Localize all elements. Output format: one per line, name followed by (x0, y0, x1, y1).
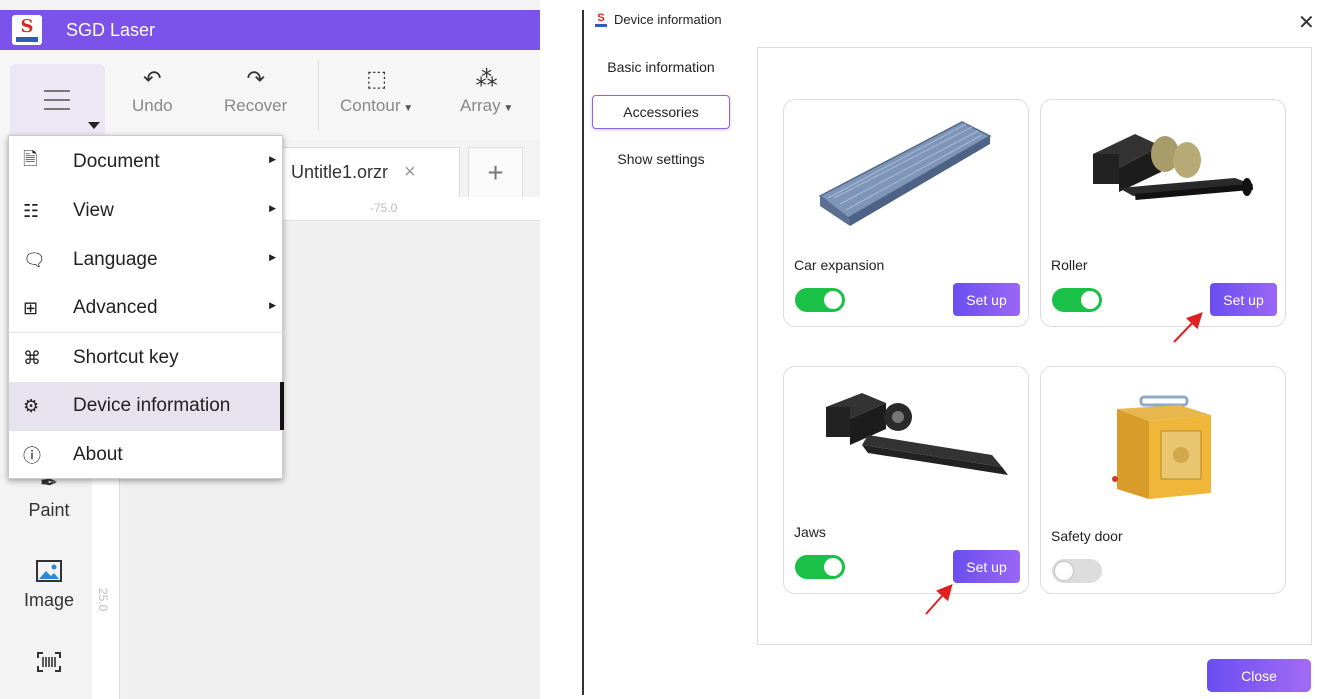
annotation-arrows (925, 312, 1203, 615)
arrow-roller-setup (1173, 312, 1203, 343)
close-button[interactable]: Close (1207, 659, 1311, 692)
arrow-jaws-setup (925, 584, 953, 615)
